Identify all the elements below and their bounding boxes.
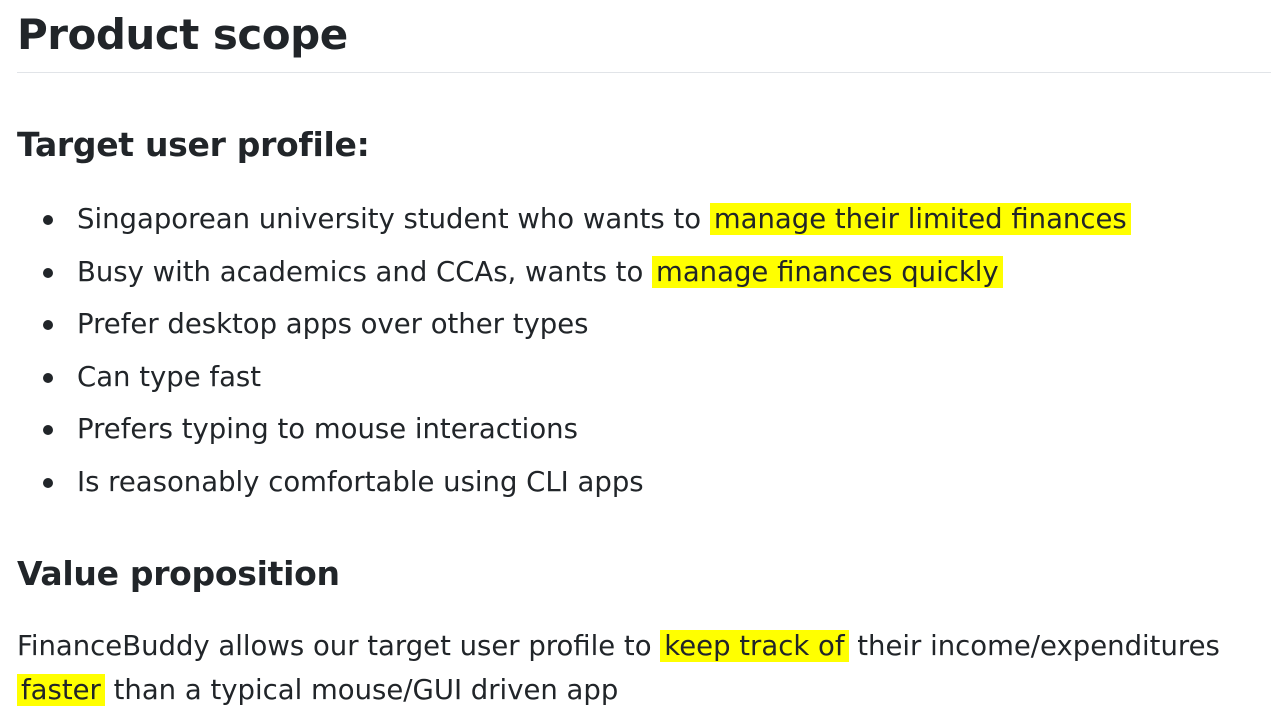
paragraph-text: their income/expenditures xyxy=(848,630,1220,662)
highlighted-text: manage finances quickly xyxy=(652,255,1003,288)
target-user-heading: Target user profile: xyxy=(17,125,370,164)
bullet-icon xyxy=(43,215,53,225)
bullet-icon xyxy=(43,372,53,383)
highlighted-text: faster xyxy=(17,674,105,706)
list-item-text: Can type fast xyxy=(77,360,262,393)
document-body: Product scope Target user profile: Singa… xyxy=(17,0,1271,712)
bullet-icon xyxy=(43,477,53,488)
bullet-icon xyxy=(43,425,53,435)
paragraph-text: than a typical mouse/GUI driven app xyxy=(104,674,619,706)
list-item: Is reasonably comfortable using CLI apps xyxy=(17,456,1271,509)
target-user-list: Singaporean university student who wants… xyxy=(17,193,1271,508)
list-item-text: Singaporean university student who wants… xyxy=(77,203,710,235)
value-proposition-paragraph: FinanceBuddy allows our target user prof… xyxy=(17,624,1267,712)
title-divider xyxy=(17,72,1271,73)
list-item-text: Busy with academics and CCAs, wants to xyxy=(77,255,653,288)
list-item: Prefers typing to mouse interactions xyxy=(17,403,1271,456)
value-proposition-heading: Value proposition xyxy=(17,554,340,593)
list-item: Busy with academics and CCAs, wants to m… xyxy=(17,246,1271,299)
highlighted-text: keep track of xyxy=(660,630,849,662)
list-item: Singaporean university student who wants… xyxy=(17,193,1271,246)
list-item-text: Prefer desktop apps over other types xyxy=(77,308,589,340)
list-item: Prefer desktop apps over other types xyxy=(17,298,1271,351)
bullet-icon xyxy=(43,320,53,330)
page-title: Product scope xyxy=(17,10,348,59)
list-item-text: Is reasonably comfortable using CLI apps xyxy=(77,465,644,498)
bullet-icon xyxy=(43,267,53,278)
list-item-text: Prefers typing to mouse interactions xyxy=(77,413,578,445)
paragraph-text: FinanceBuddy allows our target user prof… xyxy=(17,630,661,662)
list-item: Can type fast xyxy=(17,351,1271,404)
highlighted-text: manage their limited finances xyxy=(709,203,1131,235)
